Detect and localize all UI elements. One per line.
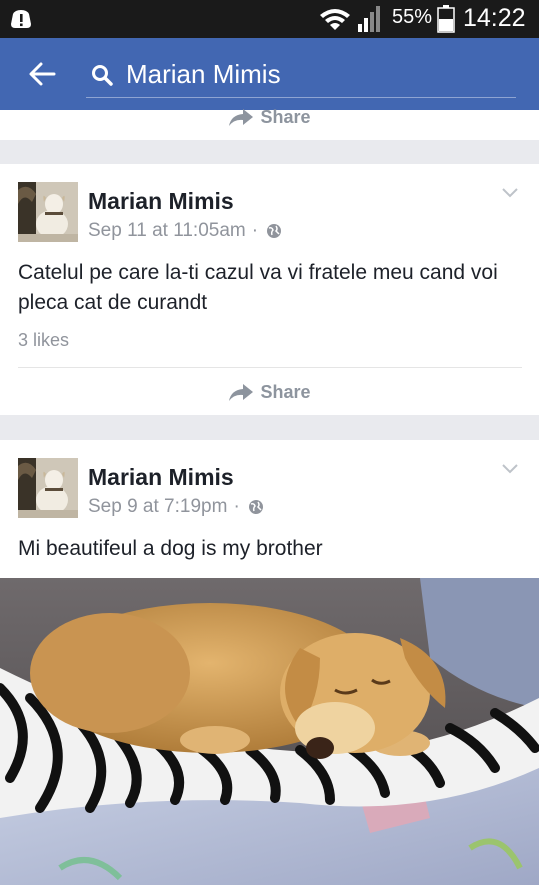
meta-separator: · bbox=[233, 496, 240, 517]
post-photo[interactable] bbox=[0, 578, 539, 885]
avatar[interactable] bbox=[18, 182, 78, 242]
share-icon bbox=[229, 384, 254, 401]
previous-post-card: Share bbox=[0, 107, 539, 140]
share-button[interactable]: Share bbox=[0, 93, 539, 141]
search-input[interactable]: Marian Mimis bbox=[86, 54, 516, 98]
post-text: Mi beautifeul a dog is my brother bbox=[18, 537, 323, 560]
status-bar: 55% 14:22 bbox=[0, 0, 539, 38]
signal-icon bbox=[358, 6, 380, 32]
search-query: Marian Mimis bbox=[126, 59, 281, 89]
arrow-left-icon[interactable] bbox=[28, 60, 56, 88]
battery-percent: 55% bbox=[392, 6, 433, 28]
post-meta: Sep 11 at 11:05am · bbox=[88, 220, 282, 242]
alert-icon bbox=[11, 10, 31, 28]
search-icon bbox=[92, 65, 113, 86]
likes-count[interactable]: 3 likes bbox=[18, 330, 69, 351]
chevron-down-icon[interactable] bbox=[500, 186, 520, 200]
post-meta: Sep 9 at 7:19pm · bbox=[88, 496, 264, 518]
post-author[interactable]: Marian Mimis bbox=[88, 464, 234, 491]
sleeping-dog-image bbox=[0, 578, 539, 885]
avatar-dog-image bbox=[18, 458, 78, 518]
post-timestamp[interactable]: Sep 9 at 7:19pm bbox=[88, 496, 227, 518]
share-button[interactable]: Share bbox=[0, 368, 539, 416]
post-text: Catelul pe care la-ti cazul va vi fratel… bbox=[18, 261, 498, 314]
globe-icon bbox=[248, 500, 263, 514]
battery-icon bbox=[437, 5, 455, 33]
avatar-dog-image bbox=[18, 182, 78, 242]
wifi-icon bbox=[320, 9, 350, 30]
share-label: Share bbox=[260, 106, 311, 127]
chevron-down-icon[interactable] bbox=[500, 462, 520, 476]
avatar[interactable] bbox=[18, 458, 78, 518]
meta-separator: · bbox=[251, 220, 259, 241]
post-author[interactable]: Marian Mimis bbox=[88, 188, 234, 215]
globe-icon bbox=[267, 224, 282, 238]
post-timestamp[interactable]: Sep 11 at 11:05am bbox=[88, 220, 246, 242]
post-card: Marian Mimis Sep 11 at 11:05am · Catelul… bbox=[0, 164, 539, 415]
share-icon bbox=[229, 109, 254, 126]
share-label: Share bbox=[260, 381, 311, 402]
clock: 14:22 bbox=[463, 4, 526, 32]
